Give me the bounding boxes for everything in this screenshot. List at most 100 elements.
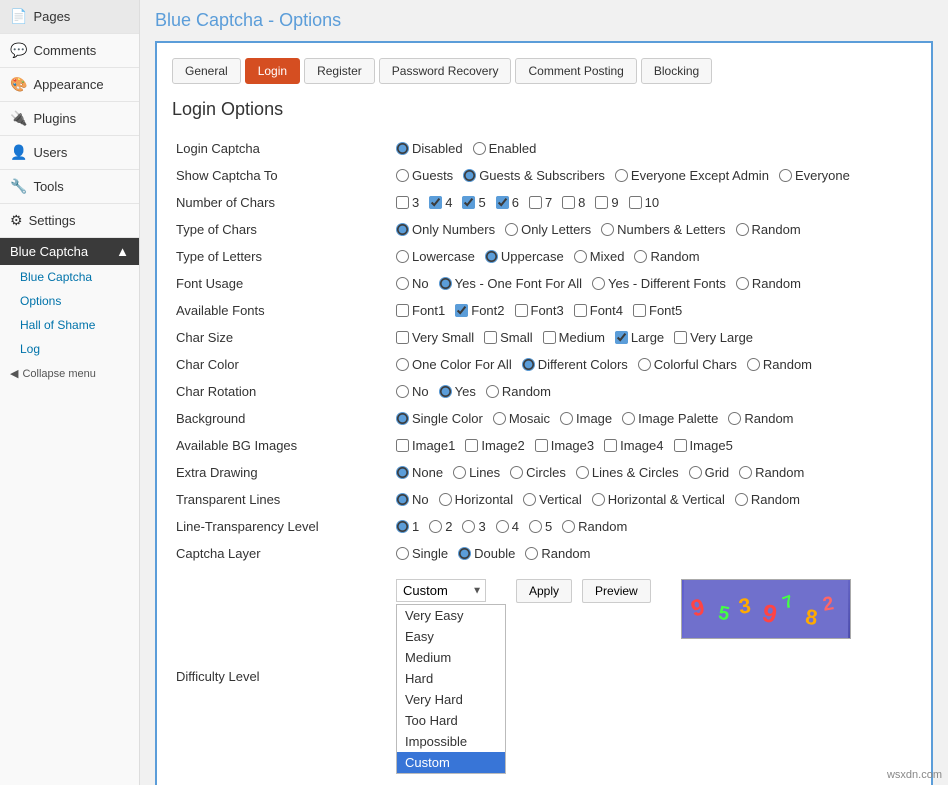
- type-of-letters-mixed-input[interactable]: [574, 250, 587, 263]
- transparent-lines-vertical-input[interactable]: [523, 493, 536, 506]
- number-of-chars-8-label[interactable]: 8: [562, 195, 585, 210]
- background-mosaic-input[interactable]: [493, 412, 506, 425]
- line-transparency-level-1-input[interactable]: [396, 520, 409, 533]
- number-of-chars-5-input[interactable]: [462, 196, 475, 209]
- login-captcha-enabled-label[interactable]: Enabled: [473, 141, 537, 156]
- number-of-chars-9-input[interactable]: [595, 196, 608, 209]
- char-color-diff-colors-input[interactable]: [522, 358, 535, 371]
- line-transparency-level-random-input[interactable]: [562, 520, 575, 533]
- apply-button[interactable]: Apply: [516, 579, 572, 603]
- type-of-letters-random-input[interactable]: [634, 250, 647, 263]
- difficulty-select[interactable]: Very EasyEasyMediumHardVery HardToo Hard…: [396, 579, 486, 602]
- line-transparency-level-random-label[interactable]: Random: [562, 519, 627, 534]
- font-usage-yes-one-label[interactable]: Yes - One Font For All: [439, 276, 582, 291]
- difficulty-option-medium[interactable]: Medium: [397, 647, 505, 668]
- char-color-random-label[interactable]: Random: [747, 357, 812, 372]
- font-usage-no-label[interactable]: No: [396, 276, 429, 291]
- type-of-chars-only-letters-label[interactable]: Only Letters: [505, 222, 591, 237]
- captcha-layer-random-label[interactable]: Random: [525, 546, 590, 561]
- type-of-letters-uppercase-label[interactable]: Uppercase: [485, 249, 564, 264]
- available-bg-images-image1-label[interactable]: Image1: [396, 438, 455, 453]
- font-usage-no-input[interactable]: [396, 277, 409, 290]
- show-captcha-to-guests-label[interactable]: Guests: [396, 168, 453, 183]
- difficulty-option-custom[interactable]: Custom: [397, 752, 505, 773]
- line-transparency-level-3-input[interactable]: [462, 520, 475, 533]
- line-transparency-level-5-label[interactable]: 5: [529, 519, 552, 534]
- captcha-layer-double-input[interactable]: [458, 547, 471, 560]
- char-size-large-input[interactable]: [615, 331, 628, 344]
- char-rotation-yes-input[interactable]: [439, 385, 452, 398]
- available-fonts-font4-input[interactable]: [574, 304, 587, 317]
- transparent-lines-horizontal-input[interactable]: [439, 493, 452, 506]
- extra-drawing-lines-circles-input[interactable]: [576, 466, 589, 479]
- line-transparency-level-3-label[interactable]: 3: [462, 519, 485, 534]
- char-size-very-large-input[interactable]: [674, 331, 687, 344]
- difficulty-option-very-easy[interactable]: Very Easy: [397, 605, 505, 626]
- tab-login[interactable]: Login: [245, 58, 300, 84]
- number-of-chars-8-input[interactable]: [562, 196, 575, 209]
- number-of-chars-6-label[interactable]: 6: [496, 195, 519, 210]
- background-image-palette-label[interactable]: Image Palette: [622, 411, 718, 426]
- sidebar-item-pages[interactable]: 📄Pages: [0, 0, 139, 34]
- number-of-chars-10-label[interactable]: 10: [629, 195, 659, 210]
- type-of-chars-numbers-letters-label[interactable]: Numbers & Letters: [601, 222, 725, 237]
- difficulty-option-hard[interactable]: Hard: [397, 668, 505, 689]
- available-fonts-font2-label[interactable]: Font2: [455, 303, 504, 318]
- number-of-chars-9-label[interactable]: 9: [595, 195, 618, 210]
- available-fonts-font5-input[interactable]: [633, 304, 646, 317]
- background-image-palette-input[interactable]: [622, 412, 635, 425]
- tab-register[interactable]: Register: [304, 58, 375, 84]
- char-rotation-random-input[interactable]: [486, 385, 499, 398]
- number-of-chars-3-input[interactable]: [396, 196, 409, 209]
- sidebar-collapse[interactable]: ◀ Collapse menu: [0, 361, 139, 386]
- line-transparency-level-2-input[interactable]: [429, 520, 442, 533]
- sidebar-item-appearance[interactable]: 🎨Appearance: [0, 68, 139, 102]
- type-of-letters-random-label[interactable]: Random: [634, 249, 699, 264]
- font-usage-yes-diff-input[interactable]: [592, 277, 605, 290]
- line-transparency-level-2-label[interactable]: 2: [429, 519, 452, 534]
- extra-drawing-lines-circles-label[interactable]: Lines & Circles: [576, 465, 679, 480]
- captcha-layer-double-label[interactable]: Double: [458, 546, 515, 561]
- show-captcha-to-guests-input[interactable]: [396, 169, 409, 182]
- type-of-chars-numbers-letters-input[interactable]: [601, 223, 614, 236]
- login-captcha-disabled-input[interactable]: [396, 142, 409, 155]
- extra-drawing-lines-input[interactable]: [453, 466, 466, 479]
- type-of-letters-mixed-label[interactable]: Mixed: [574, 249, 625, 264]
- number-of-chars-4-input[interactable]: [429, 196, 442, 209]
- available-fonts-font2-input[interactable]: [455, 304, 468, 317]
- difficulty-option-easy[interactable]: Easy: [397, 626, 505, 647]
- extra-drawing-none-label[interactable]: None: [396, 465, 443, 480]
- type-of-chars-only-numbers-input[interactable]: [396, 223, 409, 236]
- sidebar-item-settings[interactable]: ⚙Settings: [0, 204, 139, 238]
- tab-general[interactable]: General: [172, 58, 241, 84]
- char-color-one-color-input[interactable]: [396, 358, 409, 371]
- number-of-chars-7-input[interactable]: [529, 196, 542, 209]
- available-bg-images-image4-input[interactable]: [604, 439, 617, 452]
- transparent-lines-both-input[interactable]: [592, 493, 605, 506]
- char-size-very-large-label[interactable]: Very Large: [674, 330, 753, 345]
- char-color-colorful-input[interactable]: [638, 358, 651, 371]
- char-rotation-yes-label[interactable]: Yes: [439, 384, 476, 399]
- sidebar-item-comments[interactable]: 💬Comments: [0, 34, 139, 68]
- background-random-input[interactable]: [728, 412, 741, 425]
- sidebar-item-plugins[interactable]: 🔌Plugins: [0, 102, 139, 136]
- available-bg-images-image5-input[interactable]: [674, 439, 687, 452]
- transparent-lines-random-input[interactable]: [735, 493, 748, 506]
- background-image-input[interactable]: [560, 412, 573, 425]
- difficulty-option-very-hard[interactable]: Very Hard: [397, 689, 505, 710]
- show-captcha-to-guests-subscribers-label[interactable]: Guests & Subscribers: [463, 168, 605, 183]
- show-captcha-to-everyone-except-admin-input[interactable]: [615, 169, 628, 182]
- number-of-chars-5-label[interactable]: 5: [462, 195, 485, 210]
- extra-drawing-circles-input[interactable]: [510, 466, 523, 479]
- background-single-color-label[interactable]: Single Color: [396, 411, 483, 426]
- extra-drawing-none-input[interactable]: [396, 466, 409, 479]
- sidebar-item-tools[interactable]: 🔧Tools: [0, 170, 139, 204]
- show-captcha-to-everyone-except-admin-label[interactable]: Everyone Except Admin: [615, 168, 769, 183]
- show-captcha-to-everyone-label[interactable]: Everyone: [779, 168, 850, 183]
- type-of-letters-lowercase-label[interactable]: Lowercase: [396, 249, 475, 264]
- extra-drawing-random-input[interactable]: [739, 466, 752, 479]
- line-transparency-level-1-label[interactable]: 1: [396, 519, 419, 534]
- captcha-layer-random-input[interactable]: [525, 547, 538, 560]
- available-bg-images-image3-input[interactable]: [535, 439, 548, 452]
- transparent-lines-both-label[interactable]: Horizontal & Vertical: [592, 492, 725, 507]
